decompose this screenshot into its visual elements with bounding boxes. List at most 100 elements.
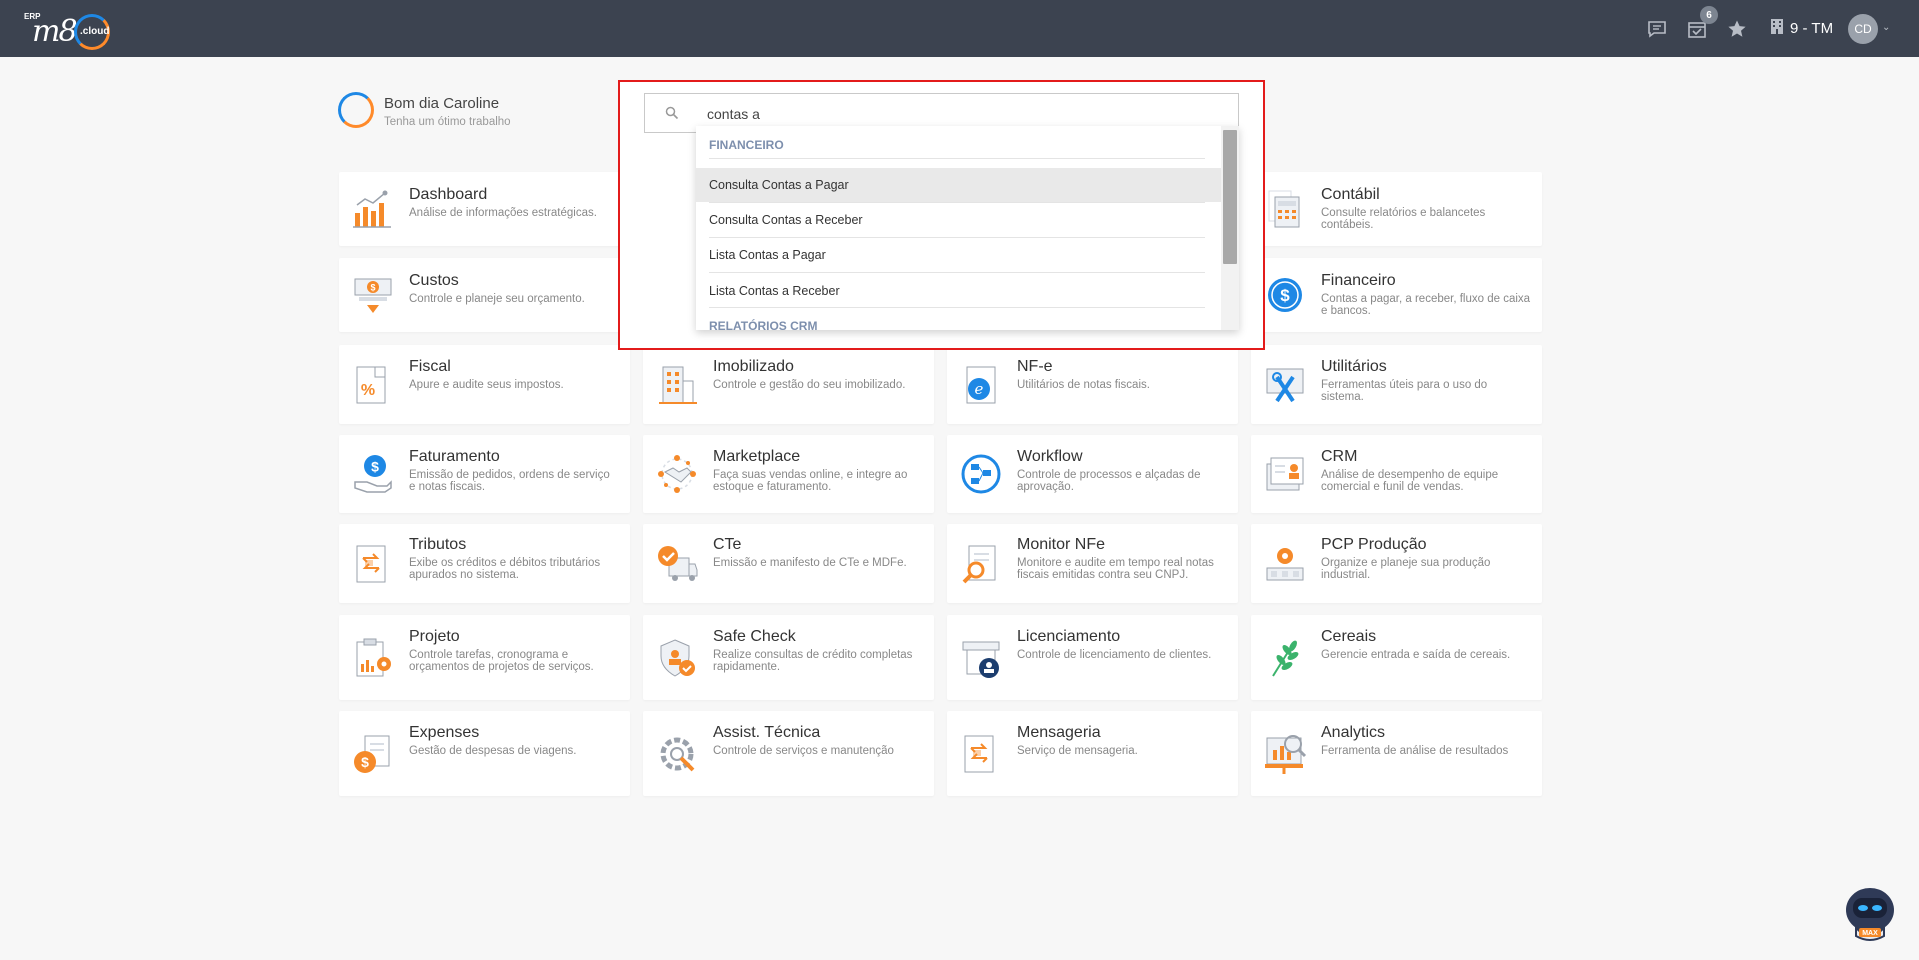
module-title: Analytics: [1321, 724, 1386, 741]
module-description: Controle tarefas, cronograma e orçamento…: [409, 649, 594, 673]
module-title: Workflow: [1017, 448, 1083, 465]
module-card[interactable]: Marketplace Faça suas vendas online, e in…: [643, 435, 934, 513]
module-description: Apure e audite seus impostos.: [409, 379, 564, 391]
module-title: Dashboard: [409, 186, 488, 203]
module-title: Faturamento: [409, 448, 500, 465]
result-consulta-contas-a-receber[interactable]: Consulta Contas a Receber: [696, 203, 1221, 237]
divider: [709, 272, 1205, 273]
module-card[interactable]: Assist. Técnica Controle de serviços e ma…: [643, 711, 934, 796]
module-title: Marketplace: [713, 448, 801, 465]
clipboard-gear-icon: [351, 636, 395, 680]
user-avatar[interactable]: CD: [1848, 14, 1878, 44]
robot-assistant-icon[interactable]: MAX: [1842, 884, 1898, 942]
chat-icon[interactable]: [1646, 18, 1668, 40]
module-title: Utilitários: [1321, 358, 1387, 375]
module-description: Emissão e manifesto de CTe e MDFe.: [713, 557, 907, 569]
company-selector[interactable]: 9 - TM: [1770, 18, 1833, 38]
module-card[interactable]: Utilitários Ferramentas úteis para o uso …: [1251, 345, 1542, 424]
divider: [709, 307, 1205, 308]
company-label: 9 - TM: [1790, 19, 1834, 37]
module-description: Análise de desempenho de equipe comercia…: [1321, 469, 1499, 493]
erp-logo[interactable]: ERP m8 .cloud: [24, 12, 114, 50]
module-description: Análise de informações estratégicas.: [409, 207, 597, 219]
tools-icon: [1263, 363, 1307, 407]
module-card[interactable]: CTe Emissão e manifesto de CTe e MDFe.: [643, 524, 934, 603]
module-card[interactable]: Cereais Gerencie entrada e saída de cerea…: [1251, 615, 1542, 700]
module-description: Controle de licenciamento de clientes.: [1017, 649, 1212, 661]
cash-register-icon: $: [351, 273, 395, 317]
building-icon: [655, 363, 699, 407]
production-gear-icon: [1263, 542, 1307, 586]
percent-document-icon: %: [351, 363, 395, 407]
module-card[interactable]: Workflow Controle de processos e alçadas …: [947, 435, 1238, 513]
svg-text:$: $: [361, 754, 369, 770]
notification-badge: 6: [1700, 6, 1718, 24]
dropdown-scrollbar[interactable]: [1221, 126, 1239, 330]
chevron-down-icon[interactable]: ⌄: [1882, 22, 1890, 33]
module-title: Fiscal: [409, 358, 451, 375]
module-card[interactable]: Mensageria Serviço de mensageria.: [947, 711, 1238, 796]
module-card[interactable]: Licenciamento Controle de licenciamento d…: [947, 615, 1238, 700]
result-group-relatorios-crm: RELATÓRIOS CRM: [709, 319, 818, 330]
building-icon: [1770, 18, 1784, 38]
scrollbar-thumb[interactable]: [1223, 130, 1237, 264]
svg-text:$: $: [1280, 286, 1290, 305]
module-title: CRM: [1321, 448, 1358, 465]
module-card[interactable]: Imobilizado Controle e gestão do seu imob…: [643, 345, 934, 424]
module-card[interactable]: Tributos Exibe os créditos e débitos trib…: [339, 524, 630, 603]
calendar-check-icon[interactable]: 6: [1686, 6, 1718, 40]
handshake-icon: [655, 452, 699, 496]
module-card[interactable]: Dashboard Análise de informações estratég…: [339, 172, 630, 246]
module-card[interactable]: PCP Produção Organize e planeje sua produ…: [1251, 524, 1542, 603]
module-description: Controle de processos e alçadas de aprov…: [1017, 469, 1201, 493]
module-title: Contábil: [1321, 186, 1380, 203]
svg-text:%: %: [361, 382, 375, 399]
exchange-document-icon: [351, 542, 395, 586]
robot-label: MAX: [1862, 930, 1878, 937]
module-card[interactable]: Safe Check Realize consultas de crédito c…: [643, 615, 934, 700]
e-document-icon: e: [959, 363, 1003, 407]
star-icon[interactable]: [1726, 18, 1748, 40]
module-card[interactable]: $ Faturamento Emissão de pedidos, ordens d…: [339, 435, 630, 513]
result-lista-contas-a-receber[interactable]: Lista Contas a Receber: [696, 274, 1221, 308]
module-card[interactable]: Contábil Consulte relatórios e balancetes…: [1251, 172, 1542, 246]
module-card[interactable]: $ Custos Controle e planeje seu orçamento.: [339, 258, 630, 332]
expense-coin-icon: $: [351, 732, 395, 776]
module-title: Monitor NFe: [1017, 536, 1106, 553]
module-title: Assist. Técnica: [713, 724, 821, 741]
module-card[interactable]: CRM Análise de desempenho de equipe comer…: [1251, 435, 1542, 513]
module-description: Emissão de pedidos, ordens de serviço e …: [409, 469, 610, 493]
module-card[interactable]: $ Expenses Gestão de despesas de viagens.: [339, 711, 630, 796]
analytics-board-icon: [1263, 732, 1307, 776]
module-description: Consulte relatórios e balancetes contábe…: [1321, 207, 1486, 231]
module-title: Tributos: [409, 536, 467, 553]
module-card[interactable]: Analytics Ferramenta de análise de result…: [1251, 711, 1542, 796]
shield-check-icon: [655, 636, 699, 680]
module-card[interactable]: % Fiscal Apure e audite seus impostos.: [339, 345, 630, 424]
module-title: Expenses: [409, 724, 480, 741]
module-title: Financeiro: [1321, 272, 1396, 289]
svg-text:e: e: [975, 380, 984, 398]
chart-icon: [351, 187, 395, 231]
result-lista-contas-a-pagar[interactable]: Lista Contas a Pagar: [696, 238, 1221, 272]
module-description: Exibe os créditos e débitos tributários …: [409, 557, 601, 581]
module-card[interactable]: e NF-e Utilitários de notas fiscais.: [947, 345, 1238, 424]
greeting-logo-icon: [338, 92, 374, 128]
module-title: Safe Check: [713, 628, 796, 645]
module-description: Ferramentas úteis para o uso do sistema.: [1321, 379, 1488, 403]
module-title: PCP Produção: [1321, 536, 1427, 553]
search-input[interactable]: [707, 102, 1207, 126]
module-card[interactable]: Monitor NFe Monitore e audite em tempo re…: [947, 524, 1238, 603]
greeting-title: Bom dia Caroline: [384, 95, 500, 112]
exchange-document-icon: [959, 732, 1003, 776]
result-group-financeiro: FINANCEIRO: [709, 138, 784, 152]
svg-text:$: $: [370, 283, 375, 293]
search-icon: [665, 106, 679, 120]
module-title: Imobilizado: [713, 358, 794, 375]
module-description: Serviço de mensageria.: [1017, 745, 1138, 757]
module-card[interactable]: Projeto Controle tarefas, cronograma e or…: [339, 615, 630, 700]
logo-m8-text: m8: [32, 14, 78, 49]
calculator-icon: [1263, 187, 1307, 231]
module-card[interactable]: $ Financeiro Contas a pagar, a receber, fl…: [1251, 258, 1542, 332]
result-consulta-contas-a-pagar[interactable]: Consulta Contas a Pagar: [696, 168, 1221, 202]
